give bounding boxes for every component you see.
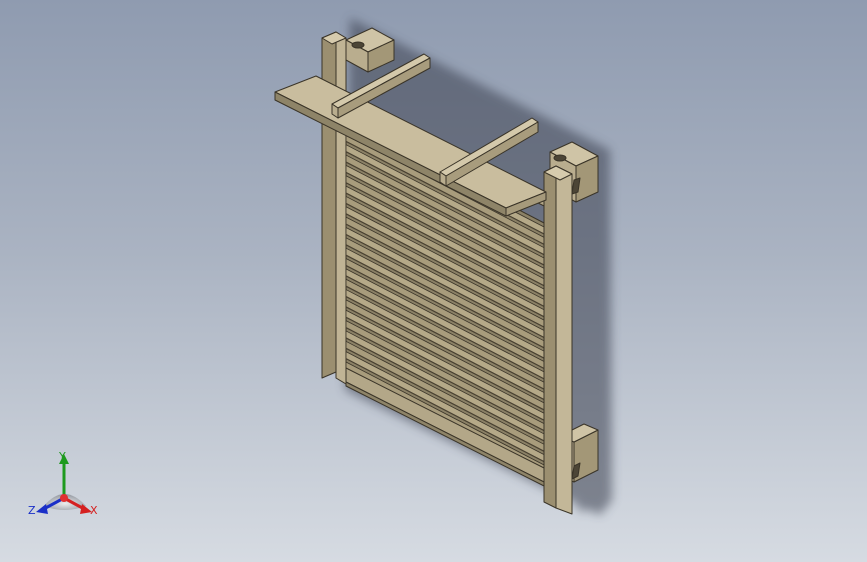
right-frame-post (543, 165, 573, 515)
triad-origin (60, 494, 68, 502)
z-axis-arrow (36, 504, 48, 514)
x-axis-label: X (90, 504, 98, 517)
model-view[interactable] (0, 0, 867, 562)
graphics-viewport[interactable]: Y X Z (0, 0, 867, 562)
z-axis-label: Z (28, 504, 36, 517)
y-axis-label: Y (59, 450, 66, 463)
reference-triad: Y X Z (24, 448, 104, 522)
